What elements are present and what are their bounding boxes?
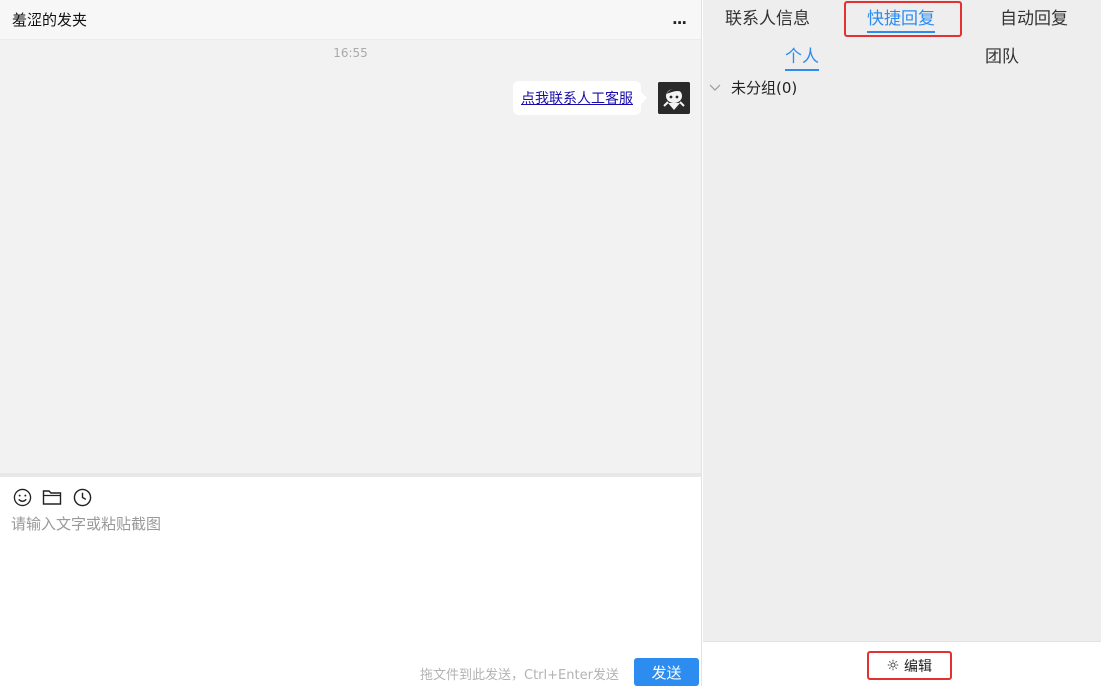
send-button[interactable]: 发送	[634, 658, 699, 686]
tab-contact-info[interactable]: 联系人信息	[725, 4, 810, 29]
subtab-personal[interactable]: 个人	[785, 42, 819, 71]
input-area: 拖文件到此发送，Ctrl+Enter发送 发送	[0, 477, 701, 686]
message-area[interactable]: 16:55 点我联系人工客服	[0, 40, 701, 473]
chat-panel: 羞涩的发夹 ... 16:55 点我联系人工客服 请输入文字或粘贴截图 拖文件到…	[0, 0, 702, 686]
message-input[interactable]	[11, 513, 691, 633]
chat-title: 羞涩的发夹	[12, 11, 88, 29]
edit-button[interactable]: 编辑	[867, 651, 952, 680]
tab-auto-reply[interactable]: 自动回复	[1000, 4, 1068, 29]
subtab-team[interactable]: 团队	[985, 42, 1019, 67]
avatar[interactable]	[658, 82, 690, 114]
more-options-button[interactable]: ...	[672, 10, 687, 28]
contact-agent-link[interactable]: 点我联系人工客服	[521, 88, 633, 108]
clock-icon[interactable]	[72, 487, 92, 507]
smile-icon[interactable]	[12, 487, 32, 507]
input-toolbar	[12, 487, 92, 507]
footer-bar: 编辑	[703, 641, 1101, 686]
group-label: 未分组(0)	[731, 79, 798, 97]
send-hint: 拖文件到此发送，Ctrl+Enter发送	[420, 668, 619, 683]
chat-header: 羞涩的发夹 ...	[0, 0, 701, 40]
chevron-down-icon	[709, 82, 721, 94]
gear-icon	[887, 656, 899, 675]
right-panel: 联系人信息 快捷回复 自动回复 个人 团队 未分组(0) 编辑	[703, 0, 1101, 686]
edit-label: 编辑	[904, 658, 932, 675]
message-bubble: 点我联系人工客服	[513, 81, 647, 115]
folder-icon[interactable]	[42, 487, 62, 507]
avatar-icon	[658, 82, 690, 114]
group-ungrouped[interactable]: 未分组(0)	[709, 77, 797, 98]
quick-reply-highlight	[844, 1, 962, 37]
message-timestamp: 16:55	[333, 46, 368, 60]
